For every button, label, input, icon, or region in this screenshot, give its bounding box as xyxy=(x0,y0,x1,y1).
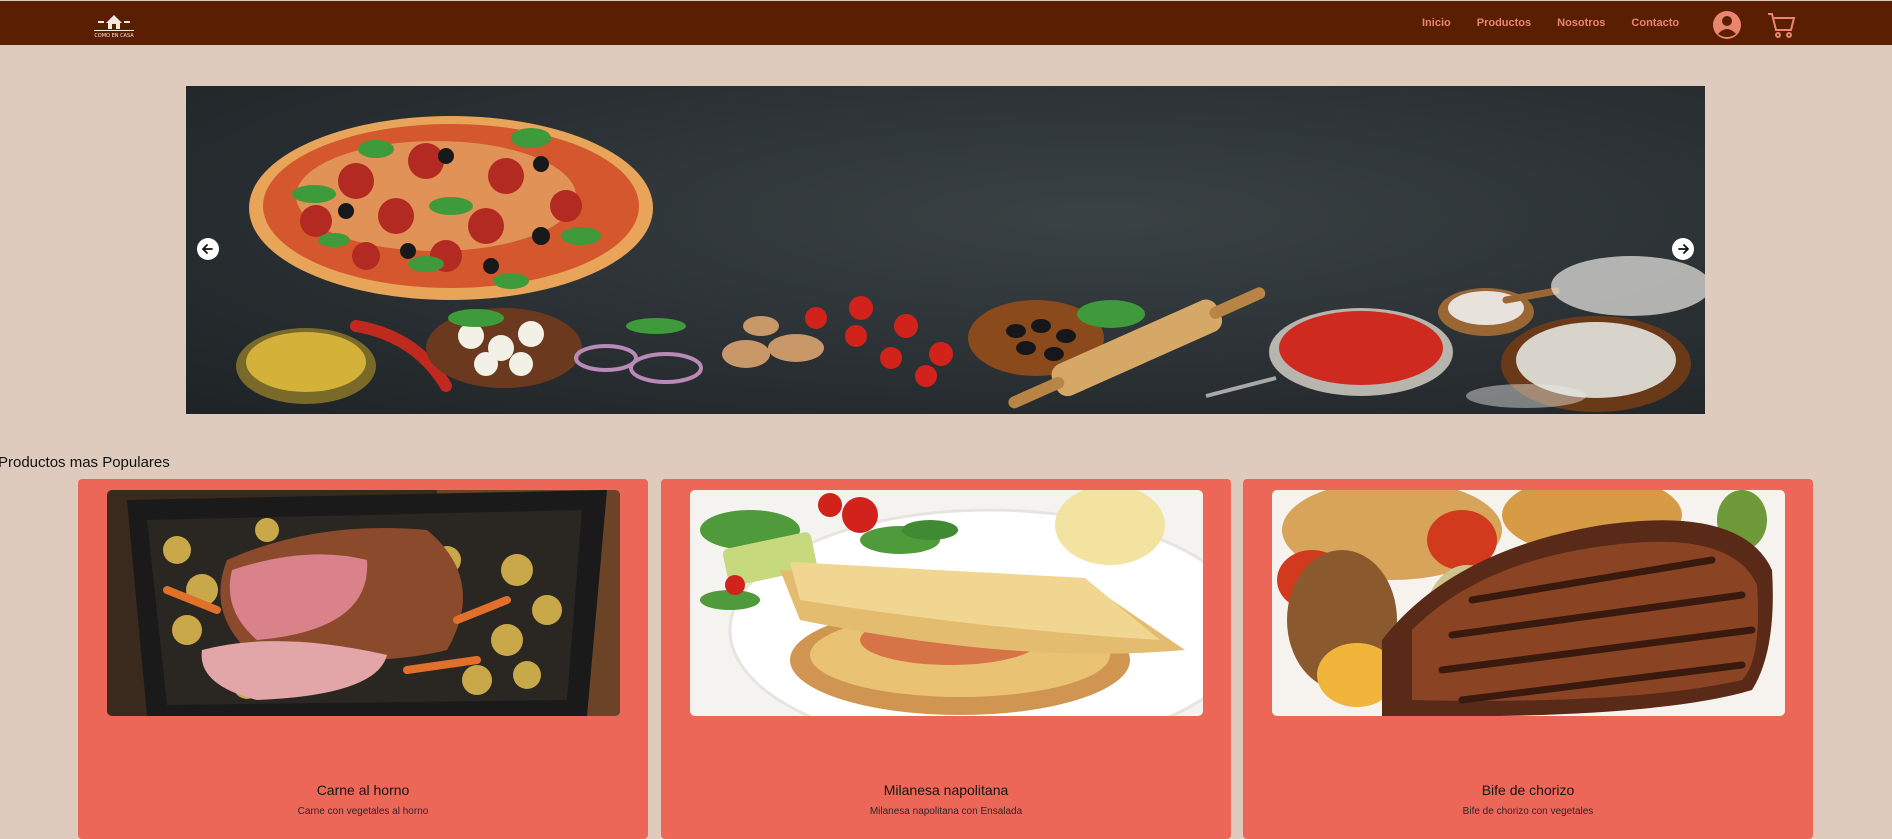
arrow-left-icon xyxy=(202,244,213,254)
user-circle-icon[interactable] xyxy=(1712,10,1742,40)
hero-carousel xyxy=(186,86,1705,414)
product-name: Milanesa napolitana xyxy=(883,782,1009,798)
pizza-illustration xyxy=(249,116,653,300)
product-card-milanesa-napolitana[interactable]: Milanesa napolitana Milanesa napolitana … xyxy=(661,479,1231,839)
shopping-cart-icon[interactable] xyxy=(1766,10,1796,40)
carousel-prev-button[interactable] xyxy=(197,238,219,260)
home-logo-icon: COMO EN CASA xyxy=(94,15,134,39)
product-image-bife[interactable] xyxy=(1272,490,1785,716)
logo-text: COMO EN CASA xyxy=(94,33,134,39)
nav-link-nosotros[interactable]: Nosotros xyxy=(1557,17,1605,29)
main-nav: Inicio Productos Nosotros Contacto xyxy=(1422,1,1679,45)
product-name: Carne al horno xyxy=(316,782,410,798)
nav-link-inicio[interactable]: Inicio xyxy=(1422,17,1451,29)
product-name: Bife de chorizo xyxy=(1481,782,1575,798)
nav-link-contacto[interactable]: Contacto xyxy=(1631,17,1679,29)
product-description: Milanesa napolitana con Ensalada xyxy=(869,806,1023,817)
product-card-bife-de-chorizo[interactable]: Bife de chorizo Bife de chorizo con vege… xyxy=(1243,479,1813,839)
product-description: Bife de chorizo con vegetales xyxy=(1462,806,1594,817)
section-title-popular: Productos mas Populares xyxy=(0,454,170,471)
product-card-carne-al-horno[interactable]: Carne al horno Carne con vegetales al ho… xyxy=(78,479,648,839)
carousel-next-button[interactable] xyxy=(1672,238,1694,260)
product-image-milanesa[interactable] xyxy=(690,490,1203,716)
brand-logo[interactable]: COMO EN CASA xyxy=(84,9,144,39)
arrow-right-icon xyxy=(1678,244,1689,254)
product-image-carne[interactable] xyxy=(107,490,620,716)
product-description: Carne con vegetales al horno xyxy=(297,806,429,817)
hero-food-image xyxy=(236,116,1705,412)
top-navbar: COMO EN CASA Inicio Productos Nosotros C… xyxy=(0,1,1892,45)
nav-link-productos[interactable]: Productos xyxy=(1477,17,1531,29)
